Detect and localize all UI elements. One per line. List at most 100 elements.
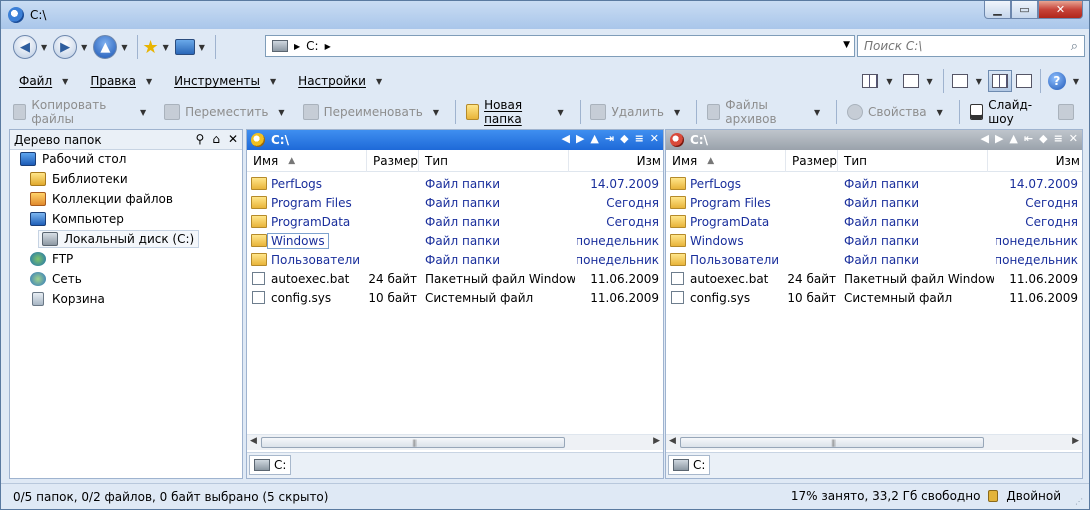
pane-close-icon[interactable]: ✕: [1069, 132, 1078, 145]
overflow-button[interactable]: [1052, 99, 1085, 125]
file-row[interactable]: autoexec.bat 24 байт Пакетный файл Windows…: [247, 269, 663, 288]
help-button[interactable]: ?: [1045, 70, 1069, 92]
breadcrumb-arrow-icon[interactable]: ▶: [325, 42, 331, 51]
file-row[interactable]: Windows Файл папки понедельник: [247, 231, 663, 250]
move-button[interactable]: Переместить ▼: [158, 99, 296, 125]
up-dropdown[interactable]: ▼: [121, 43, 127, 52]
menu-edit[interactable]: Правка ▼: [78, 69, 162, 93]
breadcrumb-arrow-icon[interactable]: ▶: [294, 42, 300, 51]
pane-swap-icon[interactable]: ◆: [1039, 132, 1047, 145]
pane-swap-icon[interactable]: ◆: [620, 132, 628, 145]
scroll-thumb[interactable]: |||: [680, 437, 984, 448]
column-name[interactable]: Имя ▲: [666, 150, 786, 172]
menu-settings[interactable]: Настройки ▼: [286, 69, 392, 93]
pane-close-icon[interactable]: ✕: [650, 132, 659, 145]
computer-icon[interactable]: [174, 39, 195, 55]
pane-mode-status[interactable]: Двойной: [1006, 489, 1061, 503]
help-dropdown[interactable]: ▼: [1073, 77, 1079, 86]
tree-item-ftp[interactable]: FTP: [30, 250, 73, 268]
layout-button[interactable]: [948, 70, 972, 92]
tree-item-computer[interactable]: Компьютер: [30, 210, 124, 228]
file-pane-right[interactable]: C:\ ◀ ▶ ▲ ⇤ ◆ ≡ ✕ Имя ▲ Размер Тип Изм P…: [665, 129, 1083, 479]
search-input[interactable]: [864, 39, 1054, 53]
pane-back-icon[interactable]: ◀: [561, 132, 569, 145]
file-row[interactable]: Program Files Файл папки Сегодня: [666, 193, 1082, 212]
rename-button[interactable]: Переименовать ▼: [297, 99, 451, 125]
file-row[interactable]: config.sys 10 байт Системный файл 11.06.200…: [247, 288, 663, 307]
tree-search-icon[interactable]: ⚲: [196, 132, 205, 146]
tree-item-desktop[interactable]: Рабочий стол: [20, 150, 126, 168]
file-row[interactable]: Пользователи Файл папки понедельник: [666, 250, 1082, 269]
file-row[interactable]: PerfLogs Файл папки 14.07.2009: [247, 174, 663, 193]
pane-up-icon[interactable]: ▲: [1009, 132, 1017, 145]
maximize-button[interactable]: ▭: [1011, 1, 1038, 19]
tree-item-local-disk[interactable]: Локальный диск (C:): [38, 230, 200, 248]
preview-pane-button[interactable]: [1012, 70, 1036, 92]
file-row[interactable]: autoexec.bat 24 байт Пакетный файл Windows…: [666, 269, 1082, 288]
layout-dropdown[interactable]: ▼: [976, 77, 982, 86]
pane-up-icon[interactable]: ▲: [590, 132, 598, 145]
file-row[interactable]: ProgramData Файл папки Сегодня: [247, 212, 663, 231]
pane-tab[interactable]: C:: [668, 455, 711, 475]
scroll-right-icon[interactable]: ▶: [1072, 436, 1079, 446]
close-tree-icon[interactable]: ✕: [228, 132, 238, 146]
view-mode-button[interactable]: [858, 70, 882, 92]
search-icon[interactable]: ⌕: [1071, 39, 1078, 54]
tree-item-libraries[interactable]: Библиотеки: [30, 170, 128, 188]
tree-item-network[interactable]: Сеть: [30, 270, 82, 288]
column-date[interactable]: Изм: [988, 150, 1082, 172]
properties-button[interactable]: Свойства ▼: [841, 99, 955, 125]
column-size[interactable]: Размер: [786, 150, 838, 172]
file-row[interactable]: PerfLogs Файл папки 14.07.2009: [666, 174, 1082, 193]
computer-dropdown[interactable]: ▼: [199, 43, 205, 52]
file-row[interactable]: Пользователи Файл папки понедельник: [247, 250, 663, 269]
file-pane-left[interactable]: C:\ ◀ ▶ ▲ ⇥ ◆ ≡ ✕ Имя ▲ Размер Тип Изм P…: [246, 129, 664, 479]
horizontal-scrollbar[interactable]: ◀ ||| ▶: [666, 434, 1082, 450]
edit-view-dropdown[interactable]: ▼: [927, 77, 933, 86]
pane-forward-icon[interactable]: ▶: [576, 132, 584, 145]
column-type[interactable]: Тип: [838, 150, 988, 172]
scroll-right-icon[interactable]: ▶: [653, 436, 660, 446]
scroll-left-icon[interactable]: ◀: [669, 436, 676, 446]
tree-item-recycle-bin[interactable]: Корзина: [30, 290, 105, 308]
forward-button[interactable]: ▶: [53, 35, 78, 59]
column-size[interactable]: Размер: [367, 150, 419, 172]
horizontal-scrollbar[interactable]: ◀ ||| ▶: [247, 434, 663, 450]
favorites-star-icon[interactable]: ★: [142, 37, 158, 58]
address-crumb[interactable]: C:: [306, 39, 318, 53]
column-date[interactable]: Изм: [569, 150, 663, 172]
pane-menu-icon[interactable]: ≡: [635, 132, 644, 145]
lock-icon[interactable]: [988, 490, 999, 502]
up-folder-button[interactable]: ▲: [93, 35, 118, 59]
file-row[interactable]: config.sys 10 байт Системный файл 11.06.200…: [666, 288, 1082, 307]
menu-file[interactable]: Файл ▼: [7, 69, 78, 93]
pane-sync-icon[interactable]: ⇤: [1024, 132, 1033, 145]
back-button[interactable]: ◀: [13, 35, 37, 59]
file-row[interactable]: Windows Файл папки понедельник: [666, 231, 1082, 250]
forward-history-dropdown[interactable]: ▼: [81, 43, 87, 52]
pane-tab[interactable]: C:: [249, 455, 292, 475]
pane-menu-icon[interactable]: ≡: [1054, 132, 1063, 145]
view-mode-dropdown[interactable]: ▼: [886, 77, 892, 86]
column-type[interactable]: Тип: [419, 150, 569, 172]
pane-sync-icon[interactable]: ⇥: [605, 132, 614, 145]
back-history-dropdown[interactable]: ▼: [41, 43, 47, 52]
pane-forward-icon[interactable]: ▶: [995, 132, 1003, 145]
file-row[interactable]: ProgramData Файл папки Сегодня: [666, 212, 1082, 231]
close-button[interactable]: ✕: [1038, 1, 1083, 19]
scroll-thumb[interactable]: |||: [261, 437, 565, 448]
favorites-dropdown[interactable]: ▼: [163, 43, 169, 52]
minimize-button[interactable]: ▁: [984, 1, 1011, 19]
dual-pane-button[interactable]: [987, 70, 1012, 92]
unlock-icon[interactable]: ⌂: [212, 132, 220, 146]
column-name[interactable]: Имя ▲: [247, 150, 367, 172]
scroll-left-icon[interactable]: ◀: [250, 436, 257, 446]
delete-button[interactable]: Удалить ▼: [584, 99, 692, 125]
archives-button[interactable]: Файлы архивов ▼: [701, 98, 832, 126]
search-box[interactable]: ⌕: [857, 35, 1085, 57]
copy-files-button[interactable]: Копировать файлы ▼: [7, 98, 158, 126]
new-folder-button[interactable]: Новая папка ▼: [460, 98, 576, 126]
tree-item-collections[interactable]: Коллекции файлов: [30, 190, 173, 208]
resize-grip-icon[interactable]: ⋰: [1075, 497, 1083, 506]
address-bar[interactable]: ▶ C: ▶ ▼: [265, 35, 855, 57]
